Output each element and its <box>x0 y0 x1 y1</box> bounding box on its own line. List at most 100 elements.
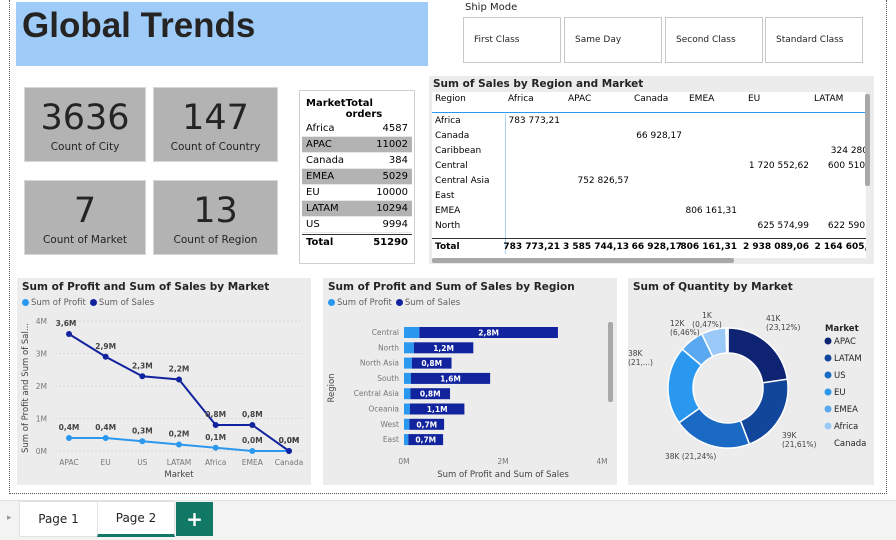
table-row[interactable]: APAC 11002 <box>302 137 412 153</box>
donut-chart[interactable]: 41K(23,12%) 39K(21,61%) 38K (21,24%) 38K(21… <box>628 278 874 485</box>
slicer-first-class[interactable]: First Class <box>463 17 561 63</box>
data-point[interactable] <box>212 422 219 428</box>
data-point[interactable] <box>66 435 72 441</box>
legend-item[interactable]: EMEA <box>834 405 858 415</box>
data-label: 1,6M <box>440 374 461 383</box>
y-axis-title: Sum of Profit and Sum of Sal... <box>21 323 31 453</box>
matrix-column-header: APAC <box>568 94 592 104</box>
donut-slice[interactable] <box>725 327 729 354</box>
data-point[interactable] <box>139 373 146 380</box>
table-total-row: Total 51290 <box>302 234 412 250</box>
data-point[interactable] <box>249 448 256 454</box>
cell-orders: 4587 <box>382 123 408 134</box>
cell-market: Canada <box>306 155 345 166</box>
slicer-standard-class[interactable]: Standard Class <box>765 17 863 63</box>
add-page-button[interactable]: + <box>176 502 213 536</box>
data-point[interactable] <box>249 422 256 428</box>
scroll-left-icon[interactable]: ▸ <box>7 513 12 523</box>
cell-orders: 10000 <box>376 187 408 198</box>
matrix-total-cell: 3 585 744,13 <box>562 242 629 252</box>
matrix-vertical-scrollbar[interactable] <box>865 94 870 186</box>
matrix-row-header: Central <box>435 161 468 171</box>
donut-chart-panel[interactable]: Sum of Quantity by Market 41K (23,12%) 39K… <box>628 278 874 485</box>
data-point[interactable] <box>176 441 182 448</box>
tab-page-2[interactable]: Page 2 <box>97 501 175 537</box>
matrix-row-header: East <box>435 191 455 201</box>
data-label: 0,8M <box>420 390 441 399</box>
orders-table-header: Market Total orders <box>306 98 410 120</box>
profit-bar[interactable] <box>404 327 420 338</box>
data-label: 38K <box>628 349 644 358</box>
y-tick-label: Central <box>372 328 399 337</box>
data-point[interactable] <box>102 353 109 360</box>
matrix-horizontal-scrollbar[interactable] <box>432 258 734 263</box>
sales-matrix[interactable]: Sum of Sales by Region and Market Region… <box>429 76 874 264</box>
legend-item[interactable]: EU <box>834 388 846 398</box>
matrix-column-header: EMEA <box>689 94 715 104</box>
legend-item[interactable]: Canada <box>834 439 866 449</box>
data-point[interactable] <box>212 444 219 451</box>
cell-orders: 11002 <box>376 139 408 150</box>
slicer-second-class[interactable]: Second Class <box>665 17 763 63</box>
card-value: 13 <box>193 191 238 231</box>
matrix-column-header: LATAM <box>814 94 844 104</box>
data-point[interactable] <box>286 448 292 454</box>
data-label: 41K <box>766 314 782 323</box>
profit-bar[interactable] <box>404 342 414 354</box>
orders-table[interactable]: Market Total orders Africa 4587 APAC 11002… <box>299 90 415 264</box>
profit-bar[interactable] <box>404 403 410 415</box>
data-point[interactable] <box>176 376 182 383</box>
table-row[interactable]: LATAM 10294 <box>302 201 412 217</box>
card-count-city[interactable]: 3636 Count of City <box>24 87 146 162</box>
table-row[interactable]: Africa 4587 <box>302 121 412 137</box>
matrix-column-header: EU <box>748 94 761 104</box>
profit-bar[interactable] <box>404 418 410 430</box>
matrix-body[interactable]: Region Africa APAC Canada EMEA EU LATAM Africa 7… <box>432 92 866 258</box>
profit-bar[interactable] <box>404 357 412 369</box>
slicer-title: Ship Mode <box>465 2 518 13</box>
data-point[interactable] <box>102 435 109 441</box>
legend-item[interactable]: APAC <box>834 337 856 347</box>
title-banner: Global Trends <box>16 2 428 66</box>
y-tick-label: Oceania <box>368 405 399 414</box>
bar-chart-panel[interactable]: Sum of Profit and Sum of Sales by Region… <box>323 278 617 485</box>
column-header-market[interactable]: Market <box>306 98 346 120</box>
data-point[interactable] <box>139 438 146 445</box>
card-count-market[interactable]: 7 Count of Market <box>24 180 146 255</box>
legend-item[interactable]: Africa <box>834 422 858 432</box>
matrix-cell: 752 826,57 <box>577 176 629 186</box>
table-row[interactable]: EU 10000 <box>302 185 412 201</box>
profit-bar[interactable] <box>404 434 409 446</box>
cell-orders: 9994 <box>382 219 408 230</box>
page-title: Global Trends <box>22 6 256 45</box>
data-label: 12K <box>670 319 686 328</box>
legend-item[interactable]: US <box>834 371 846 381</box>
legend-item[interactable]: LATAM <box>834 354 862 364</box>
profit-bar[interactable] <box>404 388 411 400</box>
card-count-country[interactable]: 147 Count of Country <box>153 87 278 162</box>
bar-chart[interactable]: 0M 2M 4M Sum of Profit and Sum of Sales Regi… <box>323 278 617 485</box>
data-label: 1K <box>702 311 713 320</box>
matrix-divider <box>432 112 866 113</box>
y-axis-title: Region <box>327 373 337 402</box>
table-row[interactable]: Canada 384 <box>302 153 412 169</box>
card-count-region[interactable]: 13 Count of Region <box>153 180 278 255</box>
matrix-title: Sum of Sales by Region and Market <box>433 78 644 90</box>
column-header-total-orders[interactable]: Total orders <box>346 98 410 120</box>
chart-scrollbar[interactable] <box>608 322 613 402</box>
data-point[interactable] <box>66 331 72 337</box>
tab-page-1[interactable]: Page 1 <box>19 501 98 537</box>
table-row[interactable]: US 9994 <box>302 217 412 233</box>
line-chart-panel[interactable]: Sum of Profit and Sum of Sales by Market… <box>17 278 311 485</box>
donut-slice[interactable] <box>739 378 789 446</box>
donut-slice[interactable] <box>727 327 789 384</box>
data-label: 0,4M <box>59 423 80 432</box>
x-tick-label: US <box>137 458 147 467</box>
profit-bar[interactable] <box>404 372 411 384</box>
line-chart[interactable]: 0M 1M 2M 3M 4M APAC EU US LATAM Africa EMEA Canada M… <box>17 278 311 485</box>
x-tick-label: EMEA <box>242 458 264 467</box>
slicer-same-day[interactable]: Same Day <box>564 17 662 63</box>
table-row[interactable]: EMEA 5029 <box>302 169 412 185</box>
data-label: 0,8M <box>242 410 263 419</box>
matrix-row-header: Africa <box>435 116 461 126</box>
